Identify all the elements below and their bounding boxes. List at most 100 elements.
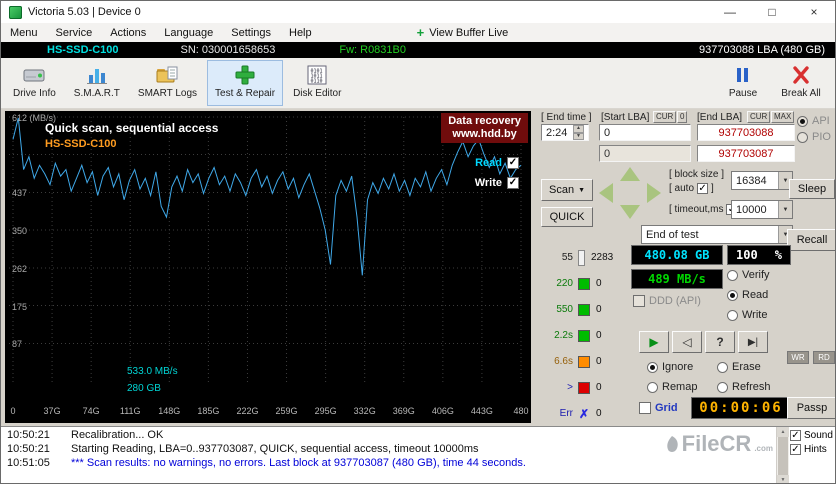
menu-item-menu[interactable]: Menu <box>1 27 47 39</box>
erase-radio[interactable]: Erase <box>717 361 761 373</box>
quick-button[interactable]: QUICK <box>541 207 593 227</box>
ddd-checkbox[interactable] <box>633 295 645 307</box>
log-scrollbar[interactable]: ▲ ▼ <box>776 427 789 483</box>
start-lba-cur-button[interactable]: CUR <box>653 111 677 123</box>
spin-up-icon[interactable]: ▲ <box>573 125 584 133</box>
hints-option[interactable]: Hints <box>790 444 834 455</box>
wr-indicator[interactable]: WR <box>787 351 809 364</box>
device-info-bar: HS-SSD-C100 SN: 030001658653 Fw: R0831B0… <box>1 42 835 58</box>
timeout-value: 10000 <box>736 203 767 216</box>
menu-item-settings[interactable]: Settings <box>222 27 280 39</box>
start-lba-zero-button[interactable]: 0 <box>677 111 688 123</box>
disk-editor-button[interactable]: 0101 1011 0110 Disk Editor <box>285 60 349 106</box>
x-tick-label: 295G <box>314 406 337 416</box>
scroll-up-icon[interactable]: ▲ <box>777 427 789 437</box>
x-tick-label: 443G <box>470 406 493 416</box>
verify-radio[interactable]: Verify <box>727 269 770 281</box>
write-legend-label: Write <box>474 177 502 189</box>
menu-item-actions[interactable]: Actions <box>101 27 155 39</box>
menu-bar: Menu Service Actions Language Settings Help +… <box>1 23 835 42</box>
jog-right-button[interactable] <box>647 183 661 203</box>
auto-label: [ auto <box>669 183 695 194</box>
block-size-combo[interactable]: 16384 ▼ <box>731 171 793 190</box>
read-radio[interactable]: Read <box>727 289 768 301</box>
scroll-down-icon[interactable]: ▼ <box>777 475 789 483</box>
scrollbar-thumb[interactable] <box>778 437 788 475</box>
end-time-spinbox[interactable]: 2:24 ▲ ▼ <box>541 124 589 141</box>
smart-logs-button[interactable]: SMART Logs <box>130 60 205 106</box>
drive-icon <box>22 63 46 87</box>
test-repair-button[interactable]: Test & Repair <box>207 60 284 106</box>
scan-graph-svg <box>9 116 522 384</box>
end-time-spinner[interactable]: ▲ ▼ <box>573 125 584 140</box>
log-row: 10:50:21 Recalibration... OK <box>7 429 835 441</box>
recall-button[interactable]: Recall <box>787 229 835 251</box>
api-radio[interactable]: API <box>797 115 830 127</box>
end-lba-max-button[interactable]: MAX <box>771 111 795 123</box>
menu-items: Menu Service Actions Language Settings Help <box>1 27 321 39</box>
grid-label: Grid <box>655 402 678 414</box>
grid-checkbox[interactable] <box>639 402 651 414</box>
end-lba-cur-button[interactable]: CUR <box>747 111 771 123</box>
menu-item-service[interactable]: Service <box>47 27 102 39</box>
write-checkbox[interactable] <box>507 177 519 189</box>
speed-bin-row: Err ✗ 0 <box>543 405 602 422</box>
jog-down-button[interactable] <box>620 205 640 219</box>
menu-item-language[interactable]: Language <box>155 27 222 39</box>
break-all-button[interactable]: Break All <box>773 60 829 106</box>
refresh-radio[interactable]: Refresh <box>717 381 771 393</box>
pause-button[interactable]: Pause <box>715 60 771 106</box>
ddd-option[interactable]: DDD (API) <box>633 295 701 307</box>
bin-label: 55 <box>561 252 573 263</box>
passp-button[interactable]: Passp <box>787 397 835 419</box>
sound-option[interactable]: Sound <box>790 430 834 441</box>
remap-radio[interactable]: Remap <box>647 381 697 393</box>
x-tick-label: 406G <box>431 406 454 416</box>
device-model: HS-SSD-C100 <box>47 44 119 56</box>
x-tick-label: 0 <box>10 406 16 416</box>
jog-left-button[interactable] <box>599 183 613 203</box>
current-lba-field: 0 <box>599 145 691 162</box>
spin-down-icon[interactable]: ▼ <box>573 132 584 140</box>
grid-option[interactable]: Grid <box>639 402 678 414</box>
end-lba-field[interactable]: 937703088 <box>697 124 795 141</box>
start-lba-field[interactable]: 0 <box>599 124 691 141</box>
read-checkbox[interactable] <box>507 157 519 169</box>
smart-label: S.M.A.R.T <box>73 88 120 99</box>
menu-item-help[interactable]: Help <box>280 27 321 39</box>
rd-indicator[interactable]: RD <box>813 351 835 364</box>
drive-info-button[interactable]: Drive Info <box>5 60 64 106</box>
minimize-icon[interactable]: — <box>709 1 751 23</box>
log-row: 10:50:21 Starting Reading, LBA=0..9377030… <box>7 443 835 455</box>
step-back-button[interactable]: ◁ <box>672 331 702 353</box>
api-label: API <box>812 115 830 127</box>
pio-label: PIO <box>812 131 831 143</box>
seek-defect-button[interactable]: ? <box>705 331 735 353</box>
bin-count: 2283 <box>591 252 614 263</box>
skip-to-end-button[interactable]: ▶| <box>738 331 768 353</box>
window-controls: — □ × <box>709 1 835 23</box>
ignore-radio[interactable]: Ignore <box>647 361 693 373</box>
log-message: *** Scan results: no warnings, no errors… <box>71 457 526 469</box>
read-legend-label: Read <box>475 157 502 169</box>
end-of-test-combo[interactable]: End of test ▼ <box>641 225 793 244</box>
close-icon[interactable]: × <box>793 1 835 23</box>
sound-checkbox[interactable] <box>790 430 801 441</box>
timeout-combo[interactable]: 10000 ▼ <box>731 200 793 219</box>
graph-device-label: HS-SSD-C100 <box>45 138 117 150</box>
view-buffer-live-button[interactable]: + View Buffer Live <box>417 26 509 39</box>
sleep-button[interactable]: Sleep <box>789 179 835 199</box>
bin-swatch <box>578 329 590 342</box>
maximize-icon[interactable]: □ <box>751 1 793 23</box>
write-radio[interactable]: Write <box>727 309 767 321</box>
jog-up-button[interactable] <box>620 167 640 181</box>
scan-button[interactable]: Scan ▼ <box>541 179 593 201</box>
x-tick-label: 222G <box>236 406 259 416</box>
start-test-button[interactable]: ▶ <box>639 331 669 353</box>
chevron-down-icon: ▼ <box>578 186 585 194</box>
pio-radio[interactable]: PIO <box>797 131 831 143</box>
smart-button[interactable]: S.M.A.R.T <box>66 60 128 106</box>
speed-display: 489 MB/s <box>631 269 723 289</box>
auto-checkbox[interactable] <box>697 183 709 194</box>
hints-checkbox[interactable] <box>790 444 801 455</box>
